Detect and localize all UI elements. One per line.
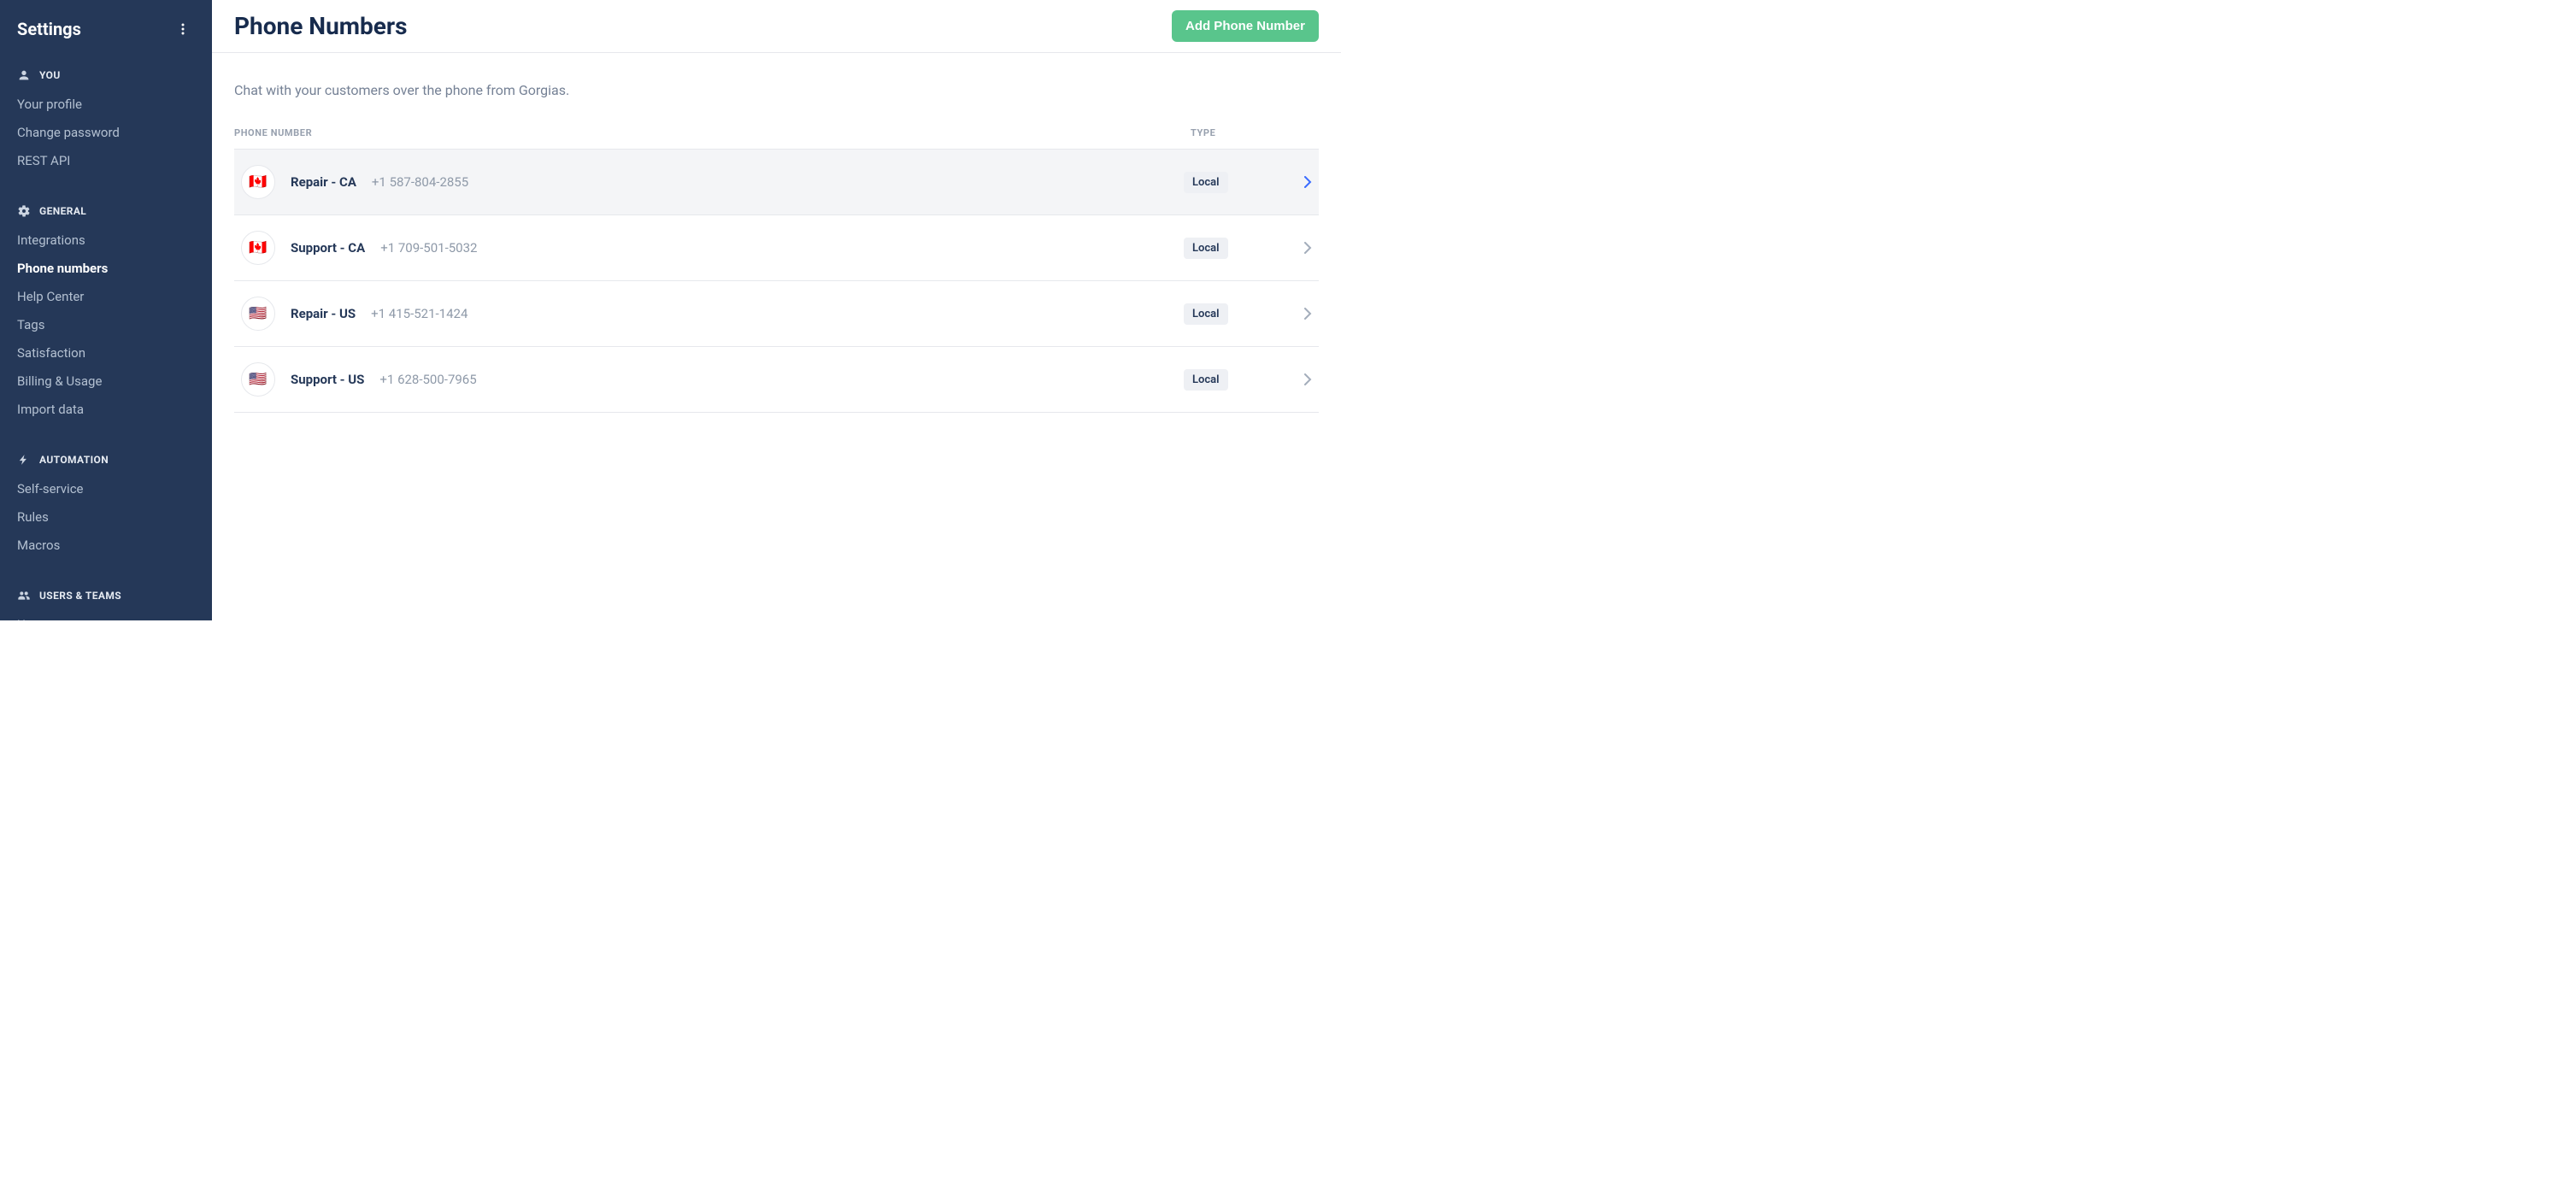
country-flag: 🇺🇸: [241, 362, 275, 397]
person-icon: [17, 68, 31, 82]
phone-row[interactable]: 🇺🇸 Repair - US +1 415-521-1424 Local: [234, 280, 1319, 346]
phone-row-type: Local: [1184, 238, 1278, 259]
phone-row-type: Local: [1184, 303, 1278, 325]
section-label: AUTOMATION: [39, 454, 109, 466]
sidebar-item-change-password[interactable]: Change password: [17, 119, 195, 147]
sidebar-item-macros[interactable]: Macros: [17, 532, 195, 560]
sidebar-item-tags[interactable]: Tags: [17, 311, 195, 339]
type-chip: Local: [1184, 172, 1228, 193]
country-flag: 🇨🇦: [241, 165, 275, 199]
phone-row-left: 🇨🇦 Repair - CA +1 587-804-2855: [241, 165, 1184, 199]
phone-row-number: +1 628-500-7965: [379, 372, 476, 387]
phone-row-left: 🇨🇦 Support - CA +1 709-501-5032: [241, 231, 1184, 265]
phone-row[interactable]: 🇨🇦 Support - CA +1 709-501-5032 Local: [234, 215, 1319, 280]
phone-row[interactable]: 🇨🇦 Repair - CA +1 587-804-2855 Local: [234, 149, 1319, 215]
page-title: Phone Numbers: [234, 12, 408, 40]
phone-row-number: +1 415-521-1424: [371, 306, 468, 321]
sidebar-item-phone-numbers[interactable]: Phone numbers: [17, 255, 195, 283]
chevron-right-icon: [1278, 308, 1312, 320]
people-icon: [17, 589, 31, 602]
section-label: USERS & TEAMS: [39, 590, 121, 602]
chevron-right-icon: [1278, 242, 1312, 254]
sidebar-item-satisfaction[interactable]: Satisfaction: [17, 339, 195, 367]
section-header: GENERAL: [17, 192, 195, 226]
sidebar-section-automation: AUTOMATION Self-service Rules Macros: [0, 436, 212, 572]
content: Chat with your customers over the phone …: [212, 53, 1341, 428]
page-subtitle: Chat with your customers over the phone …: [234, 82, 1319, 98]
type-chip: Local: [1184, 238, 1228, 259]
chevron-right-icon: [1278, 373, 1312, 385]
list-header: PHONE NUMBER TYPE: [234, 122, 1319, 149]
section-label: YOU: [39, 69, 61, 81]
sidebar-item-self-service[interactable]: Self-service: [17, 475, 195, 503]
type-chip: Local: [1184, 303, 1228, 325]
phone-row-number: +1 587-804-2855: [372, 174, 468, 190]
sidebar-item-rest-api[interactable]: REST API: [17, 147, 195, 175]
phone-row-label: Support - US: [291, 372, 364, 387]
sidebar: Settings YOU Your profile Change passwor…: [0, 0, 212, 620]
phone-row-label: Repair - CA: [291, 174, 356, 190]
bolt-icon: [17, 453, 31, 467]
country-flag: 🇨🇦: [241, 231, 275, 265]
app: Settings YOU Your profile Change passwor…: [0, 0, 1341, 620]
phone-row-title-wrap: Support - US +1 628-500-7965: [291, 372, 477, 387]
sidebar-section-you: YOU Your profile Change password REST AP…: [0, 56, 212, 187]
main: Phone Numbers Add Phone Number Chat with…: [212, 0, 1341, 620]
sidebar-item-users[interactable]: Users: [17, 611, 195, 620]
sidebar-item-rules[interactable]: Rules: [17, 503, 195, 532]
section-label: GENERAL: [39, 205, 86, 217]
sidebar-item-billing-usage[interactable]: Billing & Usage: [17, 367, 195, 396]
column-header-phone: PHONE NUMBER: [234, 127, 1191, 138]
sidebar-title: Settings: [17, 19, 81, 39]
phone-row-label: Repair - US: [291, 306, 356, 321]
phone-row[interactable]: 🇺🇸 Support - US +1 628-500-7965 Local: [234, 346, 1319, 413]
phone-row-type: Local: [1184, 369, 1278, 391]
kebab-menu-button[interactable]: [171, 17, 195, 41]
phone-row-title-wrap: Repair - CA +1 587-804-2855: [291, 174, 468, 190]
gear-icon: [17, 204, 31, 218]
country-flag: 🇺🇸: [241, 297, 275, 331]
column-header-type: TYPE: [1191, 127, 1285, 138]
phone-row-type: Local: [1184, 172, 1278, 193]
phone-row-left: 🇺🇸 Repair - US +1 415-521-1424: [241, 297, 1184, 331]
phone-row-title-wrap: Repair - US +1 415-521-1424: [291, 306, 468, 321]
sidebar-item-your-profile[interactable]: Your profile: [17, 91, 195, 119]
add-phone-number-button[interactable]: Add Phone Number: [1172, 10, 1319, 42]
phone-row-title-wrap: Support - CA +1 709-501-5032: [291, 240, 477, 256]
sidebar-section-general: GENERAL Integrations Phone numbers Help …: [0, 187, 212, 436]
phone-row-number: +1 709-501-5032: [380, 240, 477, 256]
page-header: Phone Numbers Add Phone Number: [212, 0, 1341, 53]
sidebar-item-help-center[interactable]: Help Center: [17, 283, 195, 311]
phone-row-left: 🇺🇸 Support - US +1 628-500-7965: [241, 362, 1184, 397]
sidebar-section-users-teams: USERS & TEAMS Users Teams: [0, 572, 212, 620]
type-chip: Local: [1184, 369, 1228, 391]
sidebar-header: Settings: [0, 0, 212, 56]
section-header: USERS & TEAMS: [17, 577, 195, 611]
section-header: YOU: [17, 56, 195, 91]
sidebar-item-integrations[interactable]: Integrations: [17, 226, 195, 255]
phone-row-label: Support - CA: [291, 240, 365, 256]
chevron-right-icon: [1278, 176, 1312, 188]
section-header: AUTOMATION: [17, 441, 195, 475]
sidebar-item-import-data[interactable]: Import data: [17, 396, 195, 424]
kebab-icon: [176, 22, 190, 36]
